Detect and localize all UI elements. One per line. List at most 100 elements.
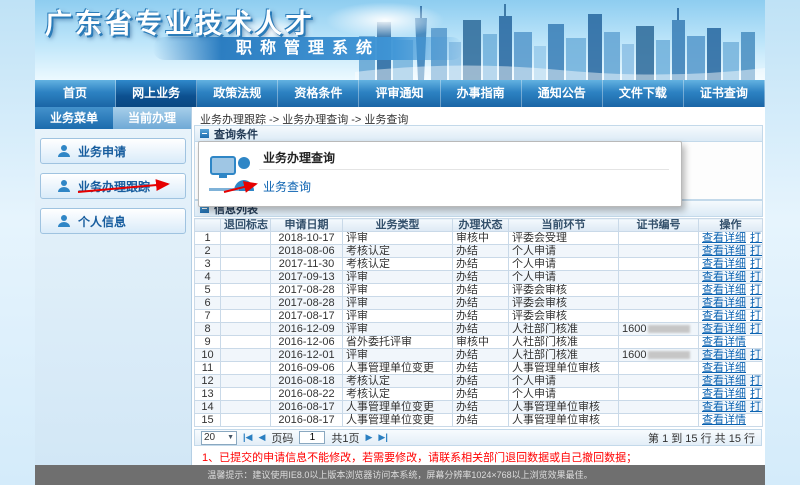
first-page-icon[interactable]: |◀ (243, 432, 252, 443)
prev-page-icon[interactable]: ◀ (258, 432, 265, 443)
op-link[interactable]: 打印 (750, 258, 763, 270)
last-page-icon[interactable]: ▶| (378, 432, 387, 443)
next-page-icon[interactable]: ▶ (366, 432, 373, 443)
op-link[interactable]: 查看详细 (702, 310, 746, 322)
op-link[interactable]: 打印 (750, 375, 763, 387)
nav-tab[interactable]: 办事指南 (441, 80, 522, 107)
status-cell: 办结 (453, 284, 509, 297)
row-index-cell: 8 (195, 323, 221, 336)
table-row[interactable]: 62017-08-28评审办结评委会审核查看详细打印 (195, 297, 763, 310)
op-link[interactable]: 打印 (750, 310, 763, 322)
op-link[interactable]: 查看详细 (702, 232, 746, 244)
collapse-icon[interactable] (200, 129, 209, 138)
nav-tab[interactable]: 首页 (35, 80, 116, 107)
divider (259, 169, 669, 170)
step-cell: 评委会受理 (509, 232, 619, 245)
apply-date-cell: 2018-10-17 (271, 232, 343, 245)
apply-date-cell: 2017-08-28 (271, 297, 343, 310)
sidebar-menu-item[interactable]: 业务办理跟踪 (40, 173, 186, 199)
pagination-bar: 20 ▼ |◀ ◀ 页码 共1页 ▶ ▶| 第 1 到 15 行 共 15 行 (194, 429, 762, 446)
status-cell: 办结 (453, 414, 509, 427)
cert-number-cell (619, 232, 699, 245)
return-flag-cell (221, 245, 271, 258)
op-link[interactable]: 查看详情 (702, 414, 746, 426)
sidebar: 业务菜单当前办理 业务申请业务办理跟踪个人信息 (35, 107, 192, 465)
op-link[interactable]: 查看详细 (702, 362, 746, 374)
table-row[interactable]: 42017-09-13评审办结个人申请查看详细打印 (195, 271, 763, 284)
table-row[interactable]: 102016-12-01评审办结人社部门核准1600查看详细打印 (195, 349, 763, 362)
nav-tab[interactable]: 政策法规 (197, 80, 278, 107)
apply-date-cell: 2018-08-06 (271, 245, 343, 258)
table-row[interactable]: 72017-08-17评审办结评委会审核查看详细打印 (195, 310, 763, 323)
table-row[interactable]: 132016-08-22考核认定办结个人申请查看详细打印 (195, 388, 763, 401)
nav-tab[interactable]: 资格条件 (278, 80, 359, 107)
biz-type-cell: 考核认定 (343, 388, 453, 401)
op-link[interactable]: 查看详细 (702, 375, 746, 387)
page-number-input[interactable] (299, 431, 325, 444)
business-query-link[interactable]: 业务查询 (263, 178, 311, 195)
op-link[interactable]: 打印 (750, 388, 763, 400)
op-link[interactable]: 打印 (750, 271, 763, 283)
step-cell: 评委会审核 (509, 310, 619, 323)
table-row[interactable]: 112016-09-06人事管理单位变更办结人事管理单位审核查看详细 (195, 362, 763, 375)
operations-cell: 查看详细 (699, 362, 763, 375)
op-link[interactable]: 查看详细 (702, 245, 746, 257)
op-link[interactable]: 打印 (750, 232, 763, 244)
op-link[interactable]: 打印 (750, 245, 763, 257)
table-row[interactable]: 22018-08-06考核认定办结个人申请查看详细打印 (195, 245, 763, 258)
op-link[interactable]: 查看详细 (702, 401, 746, 413)
sidebar-menu-label: 业务申请 (78, 143, 126, 160)
nav-tab[interactable]: 证书查询 (684, 80, 765, 107)
nav-tab[interactable]: 网上业务 (116, 80, 197, 107)
table-row[interactable]: 12018-10-17评审审核中评委会受理查看详细打印 (195, 232, 763, 245)
biz-type-cell: 人事管理单位变更 (343, 414, 453, 427)
table-row[interactable]: 82016-12-09评审办结人社部门核准1600查看详细打印 (195, 323, 763, 336)
op-link[interactable]: 打印 (750, 323, 763, 335)
query-section-bar[interactable]: 查询条件 (194, 125, 763, 142)
op-link[interactable]: 查看详细 (702, 349, 746, 361)
op-link[interactable]: 查看详细 (702, 323, 746, 335)
page-size-select[interactable]: 20 ▼ (201, 431, 237, 445)
biz-type-cell: 评审 (343, 284, 453, 297)
table-header-row: 退回标志申请日期业务类型办理状态当前环节证书编号操作 (195, 219, 763, 232)
step-cell: 人社部门核准 (509, 323, 619, 336)
op-link[interactable]: 查看详情 (702, 336, 746, 348)
cert-number-cell (619, 284, 699, 297)
op-link[interactable]: 查看详细 (702, 297, 746, 309)
table-row[interactable]: 152016-08-17人事管理单位变更办结人事管理单位审核查看详情 (195, 414, 763, 427)
row-index-cell: 14 (195, 401, 221, 414)
status-cell: 办结 (453, 258, 509, 271)
op-link[interactable]: 打印 (750, 401, 763, 413)
table-row[interactable]: 122016-08-18考核认定办结个人申请查看详细打印 (195, 375, 763, 388)
biz-type-cell: 考核认定 (343, 375, 453, 388)
sidebar-tab[interactable]: 当前办理 (113, 107, 191, 129)
status-cell: 审核中 (453, 232, 509, 245)
site-title: 广东省专业技术人才 (45, 2, 315, 41)
step-cell: 人事管理单位审核 (509, 401, 619, 414)
nav-tab[interactable]: 评审通知 (359, 80, 440, 107)
nav-tab[interactable]: 通知公告 (522, 80, 603, 107)
cert-number-cell (619, 310, 699, 323)
cert-number-cell (619, 258, 699, 271)
op-link[interactable]: 查看详细 (702, 271, 746, 283)
op-link[interactable]: 查看详细 (702, 258, 746, 270)
return-flag-cell (221, 349, 271, 362)
popup-title: 业务办理查询 (263, 149, 335, 166)
op-link[interactable]: 查看详细 (702, 388, 746, 400)
nav-tab[interactable]: 文件下载 (603, 80, 684, 107)
op-link[interactable]: 打印 (750, 349, 763, 361)
table-row[interactable]: 92016-12-06省外委托评审审核中人社部门核准查看详情 (195, 336, 763, 349)
sidebar-menu-item[interactable]: 业务申请 (40, 138, 186, 164)
sidebar-menu-item[interactable]: 个人信息 (40, 208, 186, 234)
table-row[interactable]: 32017-11-30考核认定办结个人申请查看详细打印 (195, 258, 763, 271)
op-link[interactable]: 打印 (750, 297, 763, 309)
table-row[interactable]: 52017-08-28评审办结评委会审核查看详细打印 (195, 284, 763, 297)
table-row[interactable]: 142016-08-17人事管理单位变更办结人事管理单位审核查看详细打印 (195, 401, 763, 414)
op-link[interactable]: 查看详细 (702, 284, 746, 296)
sidebar-tab[interactable]: 业务菜单 (35, 107, 113, 129)
op-link[interactable]: 打印 (750, 284, 763, 296)
cert-number-cell (619, 375, 699, 388)
column-header: 申请日期 (271, 219, 343, 232)
notice-text: 1、已提交的申请信息不能修改，若需要修改，请联系相关部门退回数据或自己撤回数据； (194, 446, 763, 462)
page-container: 广东省专业技术人才 职称管理系统 (35, 0, 765, 485)
